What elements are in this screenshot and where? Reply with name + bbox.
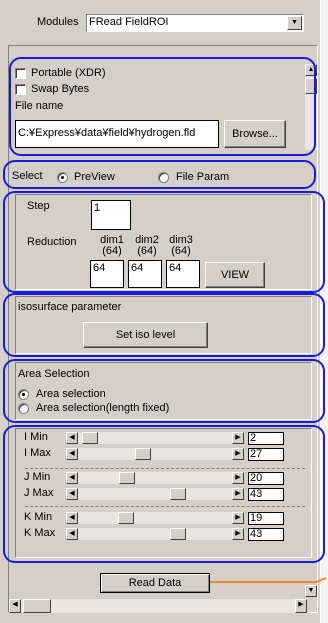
scroll-down-icon[interactable]: ▼: [305, 585, 317, 597]
modules-label: Modules: [37, 16, 79, 28]
callout-line-path: [210, 577, 327, 583]
annotation-outline-preview: [3, 191, 325, 293]
read-data-button[interactable]: Read Data: [100, 573, 210, 593]
scroll-left-icon[interactable]: ◀: [9, 599, 21, 613]
panel-vscroll-down[interactable]: ▼: [305, 585, 317, 597]
chevron-down-icon[interactable]: ▼: [287, 16, 302, 30]
modules-select[interactable]: FRead FieldROI ▼: [86, 14, 304, 32]
annotation-outline-area: [3, 359, 325, 423]
hscroll-thumb[interactable]: [23, 599, 51, 613]
annotation-outline-iso: [3, 293, 325, 357]
panel-hscrollbar[interactable]: ◀ ▶: [9, 599, 307, 613]
scroll-right-icon[interactable]: ▶: [295, 599, 307, 613]
annotation-outline-sliders: [3, 425, 325, 563]
annotation-outline-file: [9, 57, 316, 156]
annotation-outline-select: [3, 160, 316, 189]
modules-select-value: FRead FieldROI: [89, 16, 169, 28]
